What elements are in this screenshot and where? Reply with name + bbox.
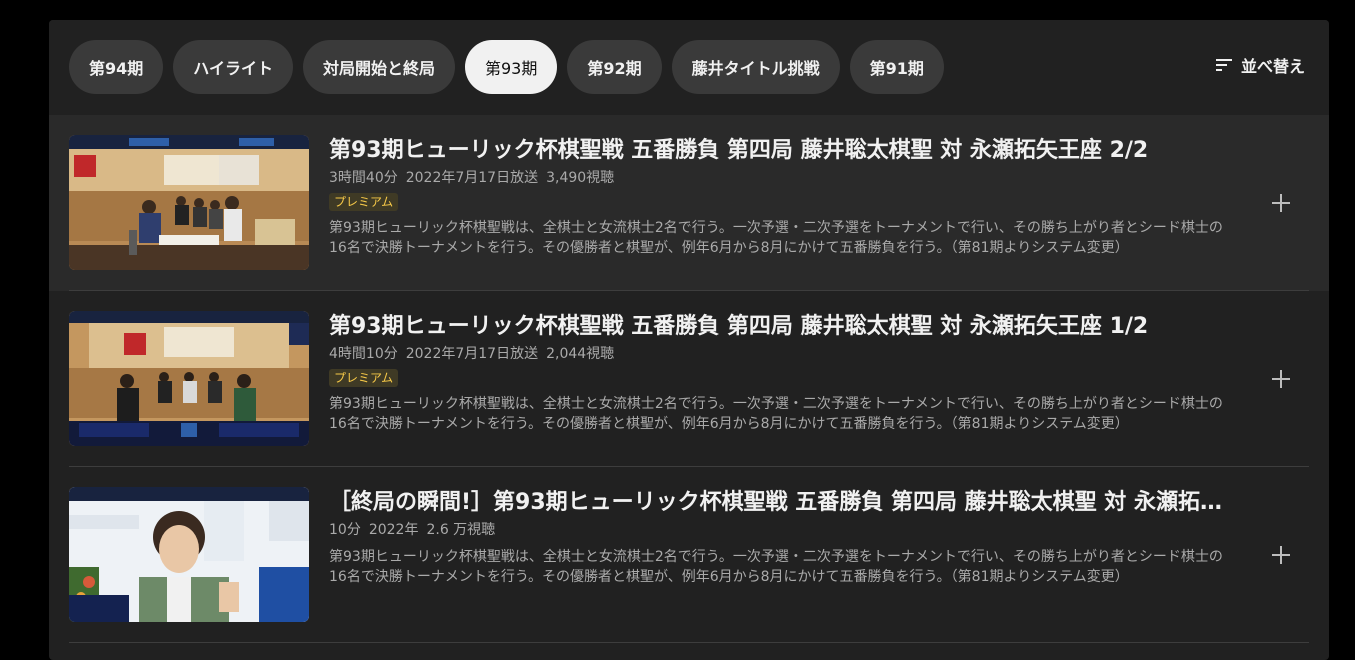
video-views: 2.6 万視聴 [426, 522, 496, 538]
premium-badge: プレミアム [329, 193, 399, 211]
video-info: ［終局の瞬間!］第93期ヒューリック杯棋聖戦 五番勝負 第四局 藤井聡太棋聖 対… [329, 487, 1234, 587]
chip-fujii-title[interactable]: 藤井タイトル挑戦 [671, 40, 840, 94]
chip-start-end[interactable]: 対局開始と終局 [302, 40, 455, 94]
video-thumbnail[interactable] [69, 311, 309, 446]
chip-93[interactable]: 第93期 [464, 40, 558, 94]
video-title[interactable]: ［終局の瞬間!］第93期ヒューリック杯棋聖戦 五番勝負 第四局 藤井聡太棋聖 対… [329, 487, 1234, 519]
video-date: 2022年7月17日放送 [405, 170, 539, 186]
chip-92[interactable]: 第92期 [567, 40, 662, 94]
playlist-panel: 第94期 ハイライト 対局開始と終局 第93期 第92期 藤井タイトル挑戦 第9… [49, 20, 1329, 660]
filter-chip-bar: 第94期 ハイライト 対局開始と終局 第93期 第92期 藤井タイトル挑戦 第9… [49, 20, 1329, 115]
video-duration: 10分 [329, 522, 361, 538]
video-row[interactable]: 第93期ヒューリック杯棋聖戦 五番勝負 第四局 藤井聡太棋聖 対 永瀬拓矢王座 … [49, 291, 1329, 467]
chip-94[interactable]: 第94期 [69, 40, 164, 94]
video-description: 第93期ヒューリック杯棋聖戦は、全棋士と女流棋士2名で行う。一次予選・二次予選を… [329, 220, 1223, 256]
video-meta: 10分 2022年 2.6 万視聴 [329, 520, 1234, 540]
video-duration: 4時間10分 [329, 346, 398, 362]
filter-chips: 第94期 ハイライト 対局開始と終局 第93期 第92期 藤井タイトル挑戦 第9… [69, 40, 944, 94]
video-row[interactable]: 第93期ヒューリック杯棋聖戦 五番勝負 第四局 藤井聡太棋聖 対 永瀬拓矢王座 … [49, 115, 1329, 291]
video-thumbnail[interactable] [69, 487, 309, 622]
video-meta: 4時間10分 2022年7月17日放送 2,044視聴 [329, 344, 1234, 364]
video-meta: 3時間40分 2022年7月17日放送 3,490視聴 [329, 168, 1234, 188]
video-list: 第93期ヒューリック杯棋聖戦 五番勝負 第四局 藤井聡太棋聖 対 永瀬拓矢王座 … [49, 115, 1329, 643]
video-title[interactable]: 第93期ヒューリック杯棋聖戦 五番勝負 第四局 藤井聡太棋聖 対 永瀬拓矢王座 … [329, 311, 1234, 343]
video-views: 3,490視聴 [546, 170, 615, 186]
video-title[interactable]: 第93期ヒューリック杯棋聖戦 五番勝負 第四局 藤井聡太棋聖 対 永瀬拓矢王座 … [329, 135, 1234, 167]
plus-icon[interactable] [1269, 191, 1293, 215]
video-info: 第93期ヒューリック杯棋聖戦 五番勝負 第四局 藤井聡太棋聖 対 永瀬拓矢王座 … [329, 135, 1234, 258]
video-views: 2,044視聴 [546, 346, 615, 362]
sort-label: 並べ替え [1240, 57, 1305, 76]
plus-icon[interactable] [1269, 543, 1293, 567]
chip-91[interactable]: 第91期 [849, 40, 944, 94]
plus-icon[interactable] [1269, 367, 1293, 391]
video-info: 第93期ヒューリック杯棋聖戦 五番勝負 第四局 藤井聡太棋聖 対 永瀬拓矢王座 … [329, 311, 1234, 434]
video-description: 第93期ヒューリック杯棋聖戦は、全棋士と女流棋士2名で行う。一次予選・二次予選を… [329, 549, 1223, 585]
video-date: 2022年 [368, 522, 419, 538]
video-description: 第93期ヒューリック杯棋聖戦は、全棋士と女流棋士2名で行う。一次予選・二次予選を… [329, 396, 1223, 432]
video-row[interactable]: ［終局の瞬間!］第93期ヒューリック杯棋聖戦 五番勝負 第四局 藤井聡太棋聖 対… [49, 467, 1329, 643]
chip-highlight[interactable]: ハイライト [173, 40, 293, 94]
video-date: 2022年7月17日放送 [405, 346, 539, 362]
video-thumbnail[interactable] [69, 135, 309, 270]
video-duration: 3時間40分 [329, 170, 398, 186]
sort-button[interactable]: 並べ替え [1215, 53, 1305, 77]
premium-badge: プレミアム [329, 369, 399, 387]
sort-icon [1215, 59, 1232, 71]
